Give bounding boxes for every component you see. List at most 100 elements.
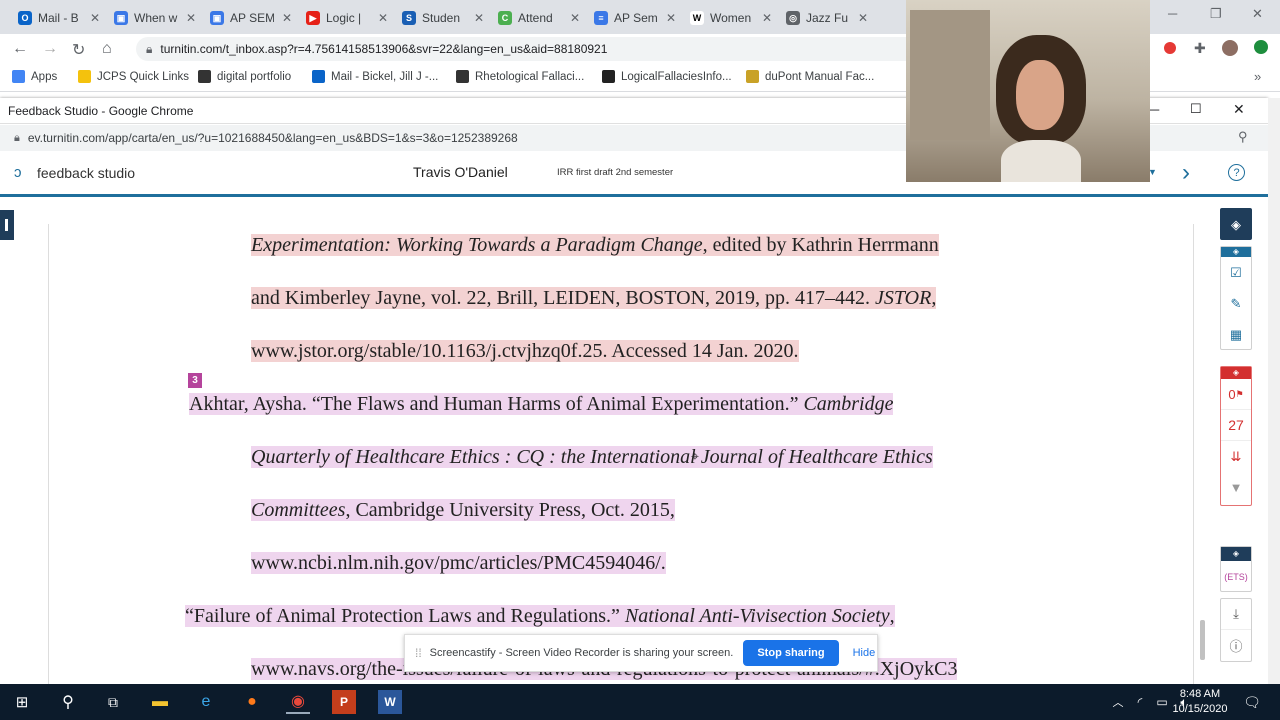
browser-tab[interactable]: ≡ AP Sem ✕: [588, 4, 682, 32]
firefox-icon[interactable]: ●: [240, 690, 264, 714]
tab-close-icon[interactable]: ✕: [570, 11, 580, 25]
bookmark-item[interactable]: Rhetological Fallaci...: [456, 70, 584, 83]
bookmark-label: Rhetological Fallaci...: [475, 70, 585, 83]
back-icon[interactable]: ←: [12, 40, 28, 58]
citation-line[interactable]: www.jstor.org/stable/10.1163/j.ctvjhzq0f…: [251, 336, 799, 366]
system-clock[interactable]: 8:48 AM 10/15/2020: [1170, 687, 1230, 717]
citation-line[interactable]: www.ncbi.nlm.nih.gov/pmc/articles/PMC459…: [251, 548, 666, 578]
match-breakdown-icon[interactable]: ⇊: [1221, 441, 1251, 472]
citation-line[interactable]: and Kimberley Jayne, vol. 22, Brill, LEI…: [251, 283, 937, 313]
assignment-title: IRR first draft 2nd semester: [557, 167, 674, 178]
internet-explorer-icon[interactable]: e: [194, 690, 218, 714]
address-bar[interactable]: 🔒︎ turnitin.com/t_inbox.asp?r=4.75614158…: [136, 37, 936, 61]
browser-tab[interactable]: S Studen ✕: [396, 4, 490, 32]
citation-line[interactable]: Committees, Cambridge University Press, …: [251, 495, 675, 525]
browser-tab[interactable]: ▣ When w ✕: [108, 4, 202, 32]
source-match-marker[interactable]: 3: [188, 373, 202, 388]
bookmark-favicon-icon: [746, 70, 759, 83]
drag-handle-icon[interactable]: ⁞⁞: [415, 646, 422, 660]
tab-close-icon[interactable]: ✕: [282, 11, 292, 25]
hide-button[interactable]: Hide: [853, 647, 876, 659]
tab-favicon-icon: ≡: [594, 11, 608, 25]
side-panel-toggle[interactable]: [0, 210, 14, 240]
popup-minimize-icon[interactable]: ─: [1150, 102, 1159, 117]
citation-text: Quarterly of Healthcare Ethics : CQ : th…: [251, 446, 933, 468]
reload-icon[interactable]: ↻: [72, 40, 85, 60]
layers-button[interactable]: ◈: [1220, 208, 1252, 240]
popup-maximize-icon[interactable]: ☐: [1190, 101, 1202, 117]
citation-line[interactable]: Experimentation: Working Towards a Parad…: [251, 230, 939, 260]
tab-close-icon[interactable]: ✕: [666, 11, 676, 25]
bookmark-favicon-icon: [456, 70, 469, 83]
bookmark-favicon-icon: [78, 70, 91, 83]
tab-title: AP Sem: [614, 11, 658, 25]
browser-tab[interactable]: O Mail - B ✕: [12, 4, 106, 32]
citation-line[interactable]: “Failure of Animal Protection Laws and R…: [185, 601, 895, 631]
word-icon[interactable]: W: [378, 690, 402, 714]
extension-record-icon[interactable]: [1164, 42, 1176, 54]
tab-close-icon[interactable]: ✕: [378, 11, 388, 25]
citation-line[interactable]: Quarterly of Healthcare Ethics : CQ : th…: [251, 442, 933, 472]
flag-count-button[interactable]: 0 ⚑: [1221, 379, 1251, 410]
brand-name: feedback studio: [37, 165, 136, 181]
file-explorer-icon[interactable]: ▬: [148, 690, 172, 714]
tab-title: AP SEM: [230, 11, 274, 25]
tab-title: Studen: [422, 11, 461, 25]
windows-start-icon[interactable]: ⊞: [10, 690, 34, 714]
task-view-icon[interactable]: ⧉: [101, 690, 125, 714]
bookmark-item[interactable]: digital portfolio: [198, 70, 291, 83]
tray-chevron-icon[interactable]: ︿: [1106, 690, 1130, 714]
bookmark-item[interactable]: Mail - Bickel, Jill J -...: [312, 70, 438, 83]
popup-close-icon[interactable]: ✕: [1233, 101, 1245, 118]
document-scrollbar[interactable]: [1200, 620, 1205, 660]
tab-close-icon[interactable]: ✕: [90, 11, 100, 25]
powerpoint-icon[interactable]: P: [332, 690, 356, 714]
grid-icon[interactable]: ▦: [1221, 319, 1251, 350]
bookmark-label: digital portfolio: [217, 70, 292, 83]
help-icon[interactable]: ?: [1228, 164, 1245, 181]
minimize-icon[interactable]: ─: [1168, 6, 1177, 21]
browser-tab[interactable]: ▣ AP SEM ✕: [204, 4, 298, 32]
forward-icon[interactable]: →: [42, 40, 58, 58]
close-window-icon[interactable]: ✕: [1252, 6, 1263, 22]
rubric-check-icon[interactable]: ☑: [1221, 257, 1251, 288]
citation-line[interactable]: Akhtar, Aysha. “The Flaws and Human Harm…: [189, 389, 894, 419]
search-icon[interactable]: ⚲: [56, 690, 80, 714]
network-icon[interactable]: ◜: [1128, 690, 1152, 714]
chrome-icon[interactable]: ◉: [286, 690, 310, 714]
bookmark-item[interactable]: JCPS Quick Links: [78, 70, 189, 83]
info-icon[interactable]: ⓘ: [1221, 630, 1251, 661]
tab-close-icon[interactable]: ✕: [474, 11, 484, 25]
ets-icon[interactable]: (ETS): [1221, 561, 1251, 592]
next-paper-icon[interactable]: ›: [1182, 159, 1190, 187]
filter-icon[interactable]: ▼: [1221, 472, 1251, 503]
document-viewer[interactable]: Experimentation: Working Towards a Parad…: [0, 200, 1268, 684]
profile-avatar[interactable]: [1222, 40, 1238, 56]
edit-comment-icon[interactable]: ✎: [1221, 288, 1251, 319]
browser-tab[interactable]: ▶ Logic | ✕: [300, 4, 394, 32]
tab-close-icon[interactable]: ✕: [762, 11, 772, 25]
browser-tab[interactable]: C Attend ✕: [492, 4, 586, 32]
similarity-score-button[interactable]: 27: [1221, 410, 1251, 441]
tab-close-icon[interactable]: ✕: [186, 11, 196, 25]
bookmark-item[interactable]: Apps: [12, 70, 57, 83]
browser-tab[interactable]: W Women ✕: [684, 4, 778, 32]
layers-icon: ◈: [1231, 216, 1241, 232]
notification-icon[interactable]: 🗨︎: [1240, 690, 1264, 714]
download-icon[interactable]: ⤓: [1221, 599, 1251, 630]
maximize-icon[interactable]: ❐: [1210, 6, 1222, 22]
popup-address-text: ev.turnitin.com/app/carta/en_us/?u=10216…: [27, 131, 518, 145]
page-scrollbar[interactable]: [1268, 98, 1280, 684]
turnitin-logo-icon: ↄ: [14, 164, 22, 181]
similarity-tools-group: ◈ 0 ⚑ 27 ⇊ ▼: [1220, 366, 1252, 506]
home-icon[interactable]: ⌂: [102, 40, 112, 58]
browser-tab[interactable]: ◎ Jazz Fu ✕: [780, 4, 874, 32]
bookmark-item[interactable]: duPont Manual Fac...: [746, 70, 874, 83]
update-icon[interactable]: [1254, 40, 1268, 54]
stop-sharing-button[interactable]: Stop sharing: [743, 640, 839, 666]
extensions-puzzle-icon[interactable]: ✚: [1194, 40, 1206, 57]
bookmark-item[interactable]: LogicalFallaciesInfo...: [602, 70, 732, 83]
tab-close-icon[interactable]: ✕: [858, 11, 868, 25]
more-bookmarks-icon[interactable]: »: [1254, 69, 1261, 84]
zoom-icon[interactable]: ⚲: [1238, 129, 1248, 145]
